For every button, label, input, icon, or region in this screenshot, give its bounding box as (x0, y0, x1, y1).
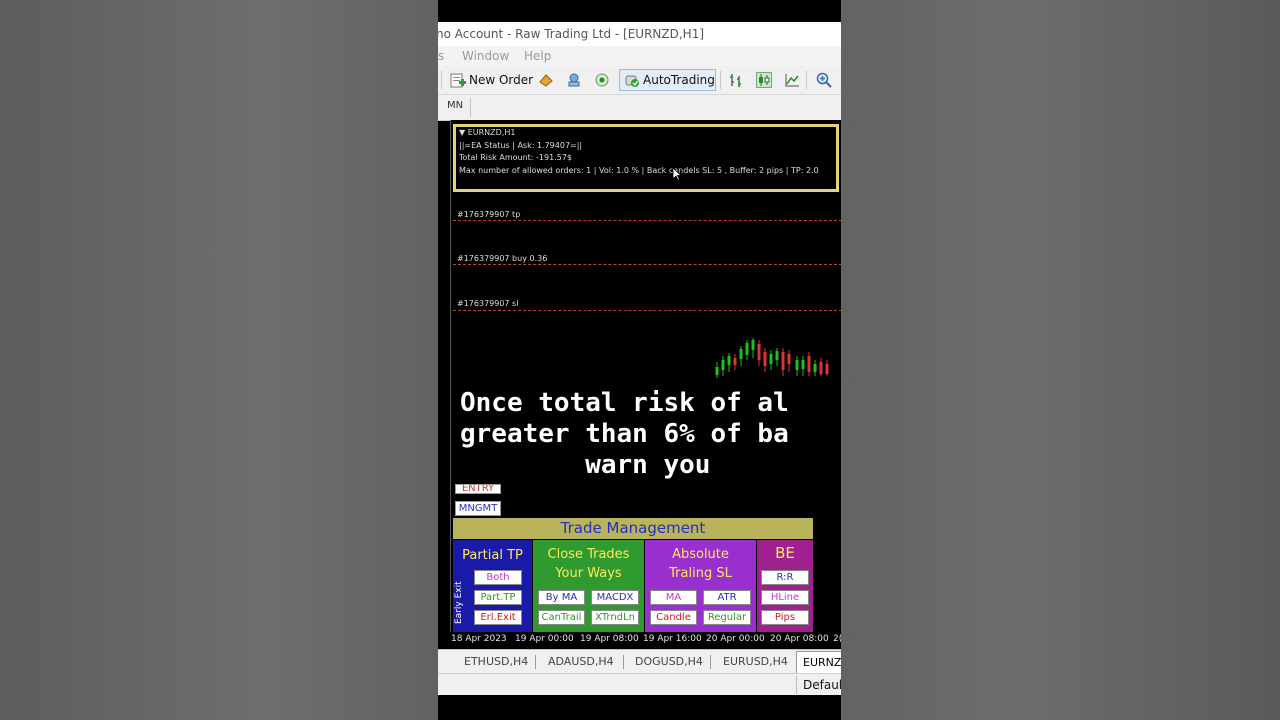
close-trades-panel: Close Trades Your Ways By MA MACDX CanTr… (533, 540, 644, 632)
break-even-panel: BE R:R HLine Pips (757, 540, 813, 632)
meta-editor-icon[interactable] (538, 72, 554, 88)
menu-item-partial[interactable]: s (438, 46, 444, 66)
autotrading-button[interactable]: AutoTrading (619, 69, 716, 91)
autotrading-label: AutoTrading (643, 73, 715, 87)
pips-button[interactable]: Pips (761, 610, 809, 625)
time-label: 18 Apr 2023 (451, 634, 507, 644)
status-bar: Default (438, 673, 841, 696)
market-watch-icon[interactable] (566, 72, 582, 88)
main-toolbar: New Order AutoTrading (438, 66, 841, 95)
video-letterbox-right (841, 0, 1280, 720)
menu-item-help[interactable]: Help (524, 46, 551, 66)
by-ma-button[interactable]: By MA (538, 590, 585, 605)
atr-button[interactable]: ATR (703, 590, 751, 605)
mngmt-button[interactable]: MNGMT (455, 501, 501, 516)
time-label: 19 Apr 16:00 (643, 634, 702, 644)
absolute-sl-title-line1: Absolute (672, 547, 729, 562)
rr-button[interactable]: R:R (761, 570, 809, 585)
timeframe-toolbar: MN (438, 95, 841, 121)
line-chart-icon[interactable] (784, 72, 800, 88)
time-label: 19 Apr 00:00 (515, 634, 574, 644)
tab-adausd[interactable]: ADAUSD,H4 (548, 654, 614, 670)
time-label: 20 Apr 08:00 (770, 634, 829, 644)
tab-divider (710, 655, 711, 669)
tab-ethusd[interactable]: ETHUSD,H4 (464, 654, 528, 670)
tab-eurnzd[interactable]: EURNZ (796, 651, 841, 673)
absolute-trailing-sl-panel: Absolute Traling SL MA ATR Candle Regula… (645, 540, 756, 632)
partial-tp-panel: Partial TP Early Exit Both Part.TP Erl.E… (453, 540, 532, 632)
close-trades-title-line2: Your Ways (555, 566, 622, 581)
timeframe-mn-button[interactable]: MN (447, 100, 463, 111)
mouse-cursor-icon (672, 167, 682, 181)
bar-chart-icon[interactable] (728, 72, 744, 88)
new-order-icon[interactable] (450, 72, 466, 88)
toolbar-divider (441, 71, 442, 89)
bottom-letterbox (438, 695, 841, 720)
trade-management-header: Trade Management (453, 518, 813, 539)
time-axis: 18 Apr 2023 19 Apr 00:00 19 Apr 08:00 19… (450, 632, 841, 648)
macdx-button[interactable]: MACDX (591, 590, 639, 605)
tab-eurusd[interactable]: EURUSD,H4 (723, 654, 788, 670)
caption-line-3: warn you (460, 450, 711, 480)
tab-divider (535, 655, 536, 669)
toolbar-divider (806, 71, 807, 89)
close-trades-title-line1: Close Trades (547, 547, 630, 562)
entry-button[interactable]: ENTRY (455, 484, 501, 494)
data-window-icon[interactable] (594, 72, 610, 88)
both-button[interactable]: Both (474, 570, 522, 585)
partial-tp-button[interactable]: Part.TP (474, 590, 522, 605)
video-letterbox-left (0, 0, 438, 720)
absolute-sl-title-line2: Traling SL (669, 566, 732, 581)
early-exit-label: Early Exit (454, 581, 464, 625)
caption-line-2: greater than 6% of ba (460, 419, 789, 449)
autotrading-icon (625, 75, 639, 87)
metatrader-window: no Account - Raw Trading Ltd - [EURNZD,H… (438, 0, 841, 720)
tab-dogusd[interactable]: DOGUSD,H4 (635, 654, 703, 670)
video-caption: Once total risk of al greater than 6% of … (460, 388, 789, 481)
time-label: 20 Apr 00:00 (706, 634, 765, 644)
chart-tabs: ETHUSD,H4 ADAUSD,H4 DOGUSD,H4 EURUSD,H4 … (438, 649, 841, 674)
hline-button[interactable]: HLine (761, 590, 809, 605)
zoom-in-icon[interactable] (816, 72, 832, 88)
time-label: 19 Apr 08:00 (580, 634, 639, 644)
toolbar-divider (470, 98, 471, 117)
candle-button[interactable]: Candle (650, 610, 697, 625)
cantrail-button[interactable]: CanTrail (538, 610, 585, 625)
caption-line-1: Once total risk of al (460, 388, 789, 418)
regular-button[interactable]: Regular (703, 610, 751, 625)
profile-status: Default (796, 676, 841, 694)
menu-item-window[interactable]: Window (462, 46, 509, 66)
candlestick-chart-icon[interactable] (756, 72, 772, 88)
window-title: no Account - Raw Trading Ltd - [EURNZD,H… (438, 27, 705, 41)
window-titlebar: no Account - Raw Trading Ltd - [EURNZD,H… (438, 22, 841, 46)
toolbar-divider (720, 71, 721, 89)
early-exit-button[interactable]: Erl.Exit (474, 610, 522, 625)
be-title: BE (775, 544, 795, 562)
tab-divider (623, 655, 624, 669)
new-order-button[interactable]: New Order (469, 69, 533, 91)
menu-bar: s Window Help (438, 46, 841, 66)
ma-trail-button[interactable]: MA (650, 590, 697, 605)
partial-tp-title: Partial TP (462, 548, 523, 563)
xtrndln-button[interactable]: XTrndLn (591, 610, 639, 625)
time-label: 2( (833, 634, 841, 644)
